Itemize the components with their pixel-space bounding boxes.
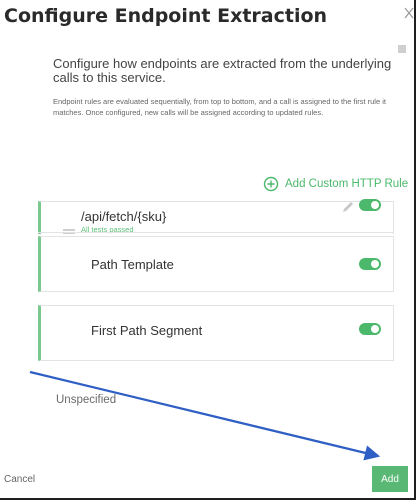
close-icon[interactable] [404, 6, 414, 20]
dialog-description: Configure how endpoints are extracted fr… [53, 56, 392, 85]
add-custom-http-rule-button[interactable]: Add Custom HTTP Rule [263, 174, 408, 194]
dialog-title: Configure Endpoint Extraction [4, 5, 328, 27]
rule-card-path-template[interactable]: Path Template [38, 236, 394, 292]
fallback-rule-label: Unspecified [56, 394, 117, 406]
rules-note: Endpoint rules are evaluated sequentiall… [53, 97, 386, 117]
rule-card-divider [38, 201, 394, 233]
add-button[interactable]: Add [372, 466, 408, 492]
scrollbar-thumb[interactable] [398, 45, 406, 53]
rule-label: Path Template [91, 257, 174, 272]
rule-toggle[interactable] [359, 258, 381, 270]
rule-toggle[interactable] [359, 323, 381, 335]
cancel-button[interactable]: Cancel [4, 474, 35, 485]
rule-card-first-path-segment[interactable]: First Path Segment [38, 305, 394, 361]
rule-label: First Path Segment [91, 323, 203, 338]
plus-circle-icon [263, 176, 279, 192]
add-custom-http-rule-label: Add Custom HTTP Rule [285, 178, 409, 190]
